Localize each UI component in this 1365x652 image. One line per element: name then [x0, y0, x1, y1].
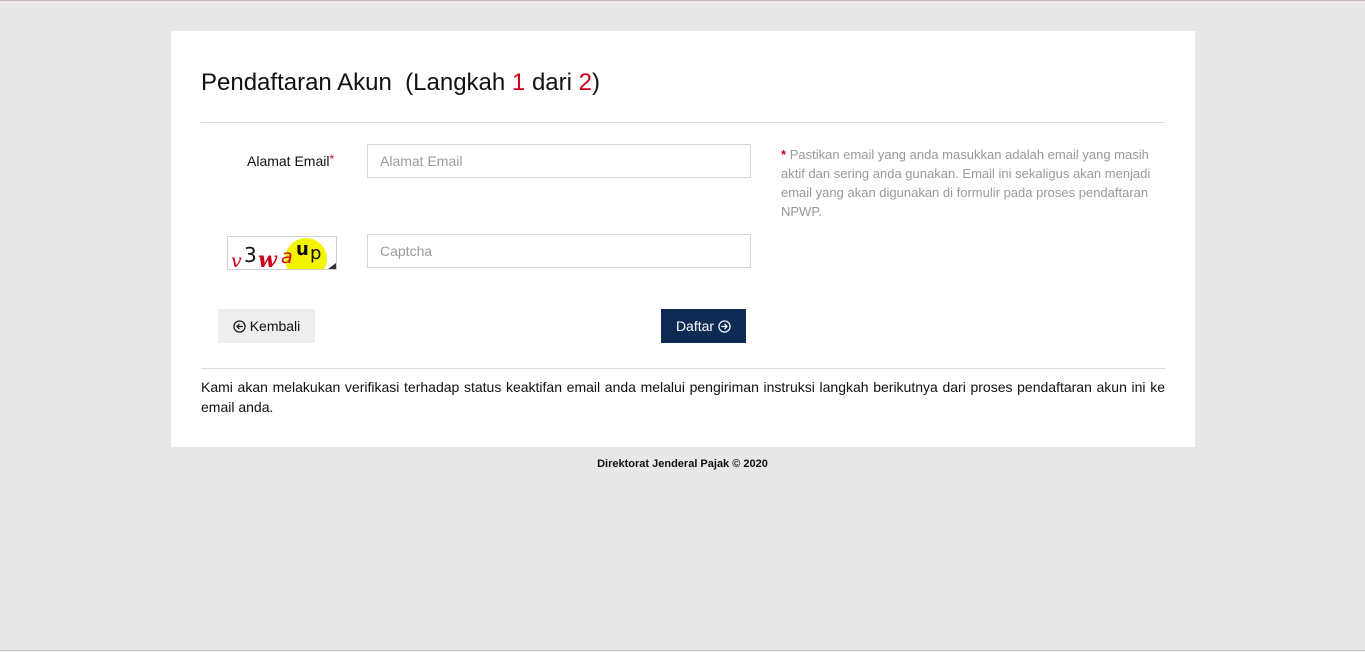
verification-info: Kami akan melakukan verifikasi terhadap …: [201, 379, 1165, 415]
title-text: Pendaftaran Akun: [201, 69, 392, 96]
arrow-right-circle-icon: [718, 319, 731, 333]
title-step-close: ): [592, 69, 600, 96]
title-step-current: 1: [511, 69, 526, 96]
svg-text:w: w: [258, 247, 278, 269]
svg-text:u: u: [296, 239, 309, 260]
email-label: Alamat Email*: [247, 152, 335, 169]
divider-top: [201, 122, 1165, 123]
divider-bottom: [201, 368, 1165, 369]
title-step-mid: dari: [525, 69, 579, 96]
email-label-text: Alamat Email: [247, 153, 330, 169]
back-button-label: Kembali: [249, 318, 301, 334]
captcha-image: v 3 w a u p: [227, 236, 337, 270]
email-input[interactable]: [367, 144, 751, 178]
required-mark: *: [329, 152, 335, 166]
svg-text:a: a: [281, 246, 293, 268]
footer-copyright: Direktorat Jenderal Pajak © 2020: [597, 458, 768, 470]
top-border: [0, 0, 1365, 1]
email-note: * Pastikan email yang anda masukkan adal…: [781, 145, 1155, 221]
captcha-input[interactable]: [367, 234, 751, 268]
submit-button-label: Daftar: [675, 318, 715, 334]
back-button[interactable]: Kembali: [218, 309, 315, 343]
submit-button[interactable]: Daftar: [661, 309, 746, 343]
svg-text:p: p: [310, 243, 321, 264]
captcha-graphic: v 3 w a u p: [231, 238, 336, 269]
svg-text:3: 3: [244, 243, 257, 267]
title-step-total: 2: [578, 69, 592, 96]
bottom-border: [0, 650, 1365, 651]
registration-card: Pendaftaran Akun (Langkah 1 dari 2) Alam…: [171, 31, 1195, 447]
page-title: Pendaftaran Akun (Langkah 1 dari 2): [201, 69, 600, 97]
title-step-open: (Langkah: [405, 69, 512, 96]
note-text: Pastikan email yang anda masukkan adalah…: [781, 147, 1151, 219]
arrow-left-circle-icon: [233, 319, 246, 333]
note-star: *: [781, 147, 787, 162]
svg-text:v: v: [231, 250, 242, 269]
